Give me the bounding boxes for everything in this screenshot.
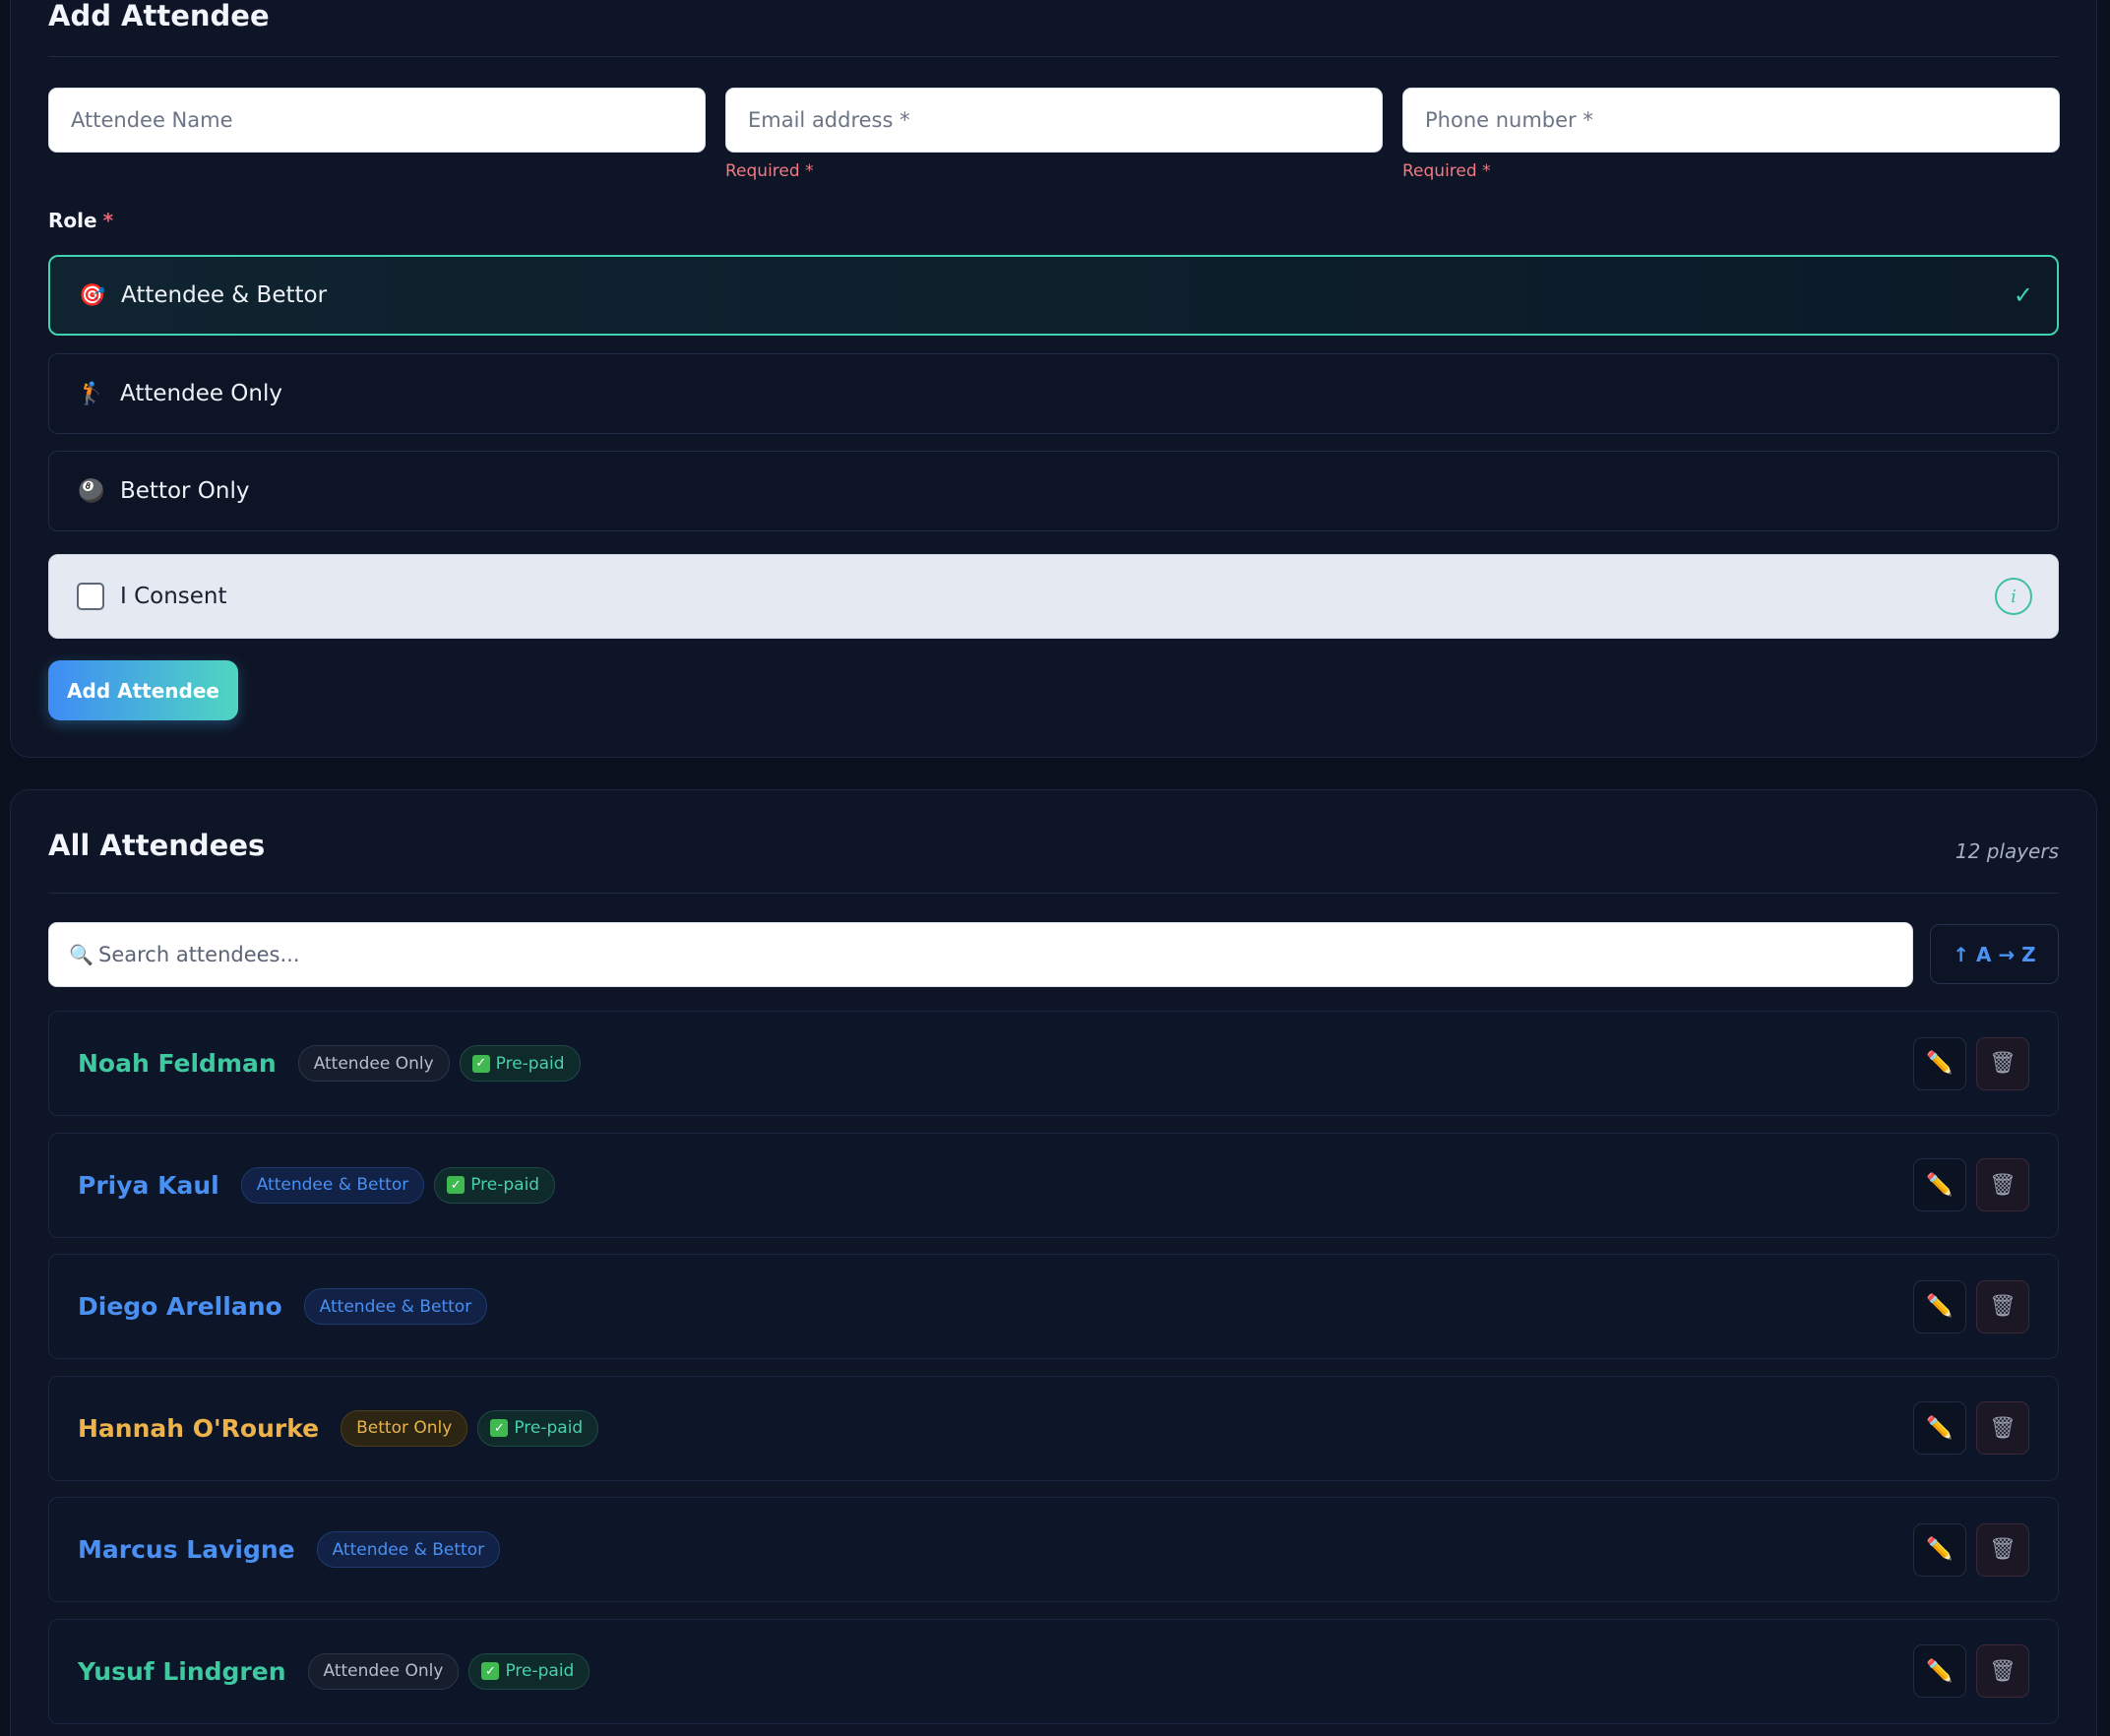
all-attendees-title: All Attendees	[48, 829, 266, 862]
trash-icon: 🗑	[1989, 1294, 2017, 1319]
role-badge: Attendee & Bettor	[303, 1288, 488, 1325]
attendee-row: Noah Feldman Attendee Only ✓ Pre-paid ✏️ 🗑	[48, 1011, 2059, 1116]
phone-required-hint: Required *	[1402, 161, 1491, 181]
role-required-mark: *	[102, 209, 114, 232]
role-badge: Attendee & Bettor	[240, 1166, 425, 1204]
consent-row: I Consent i	[48, 554, 2059, 639]
target-icon: 🎯	[79, 282, 106, 308]
role-option-label: Attendee & Bettor	[121, 282, 328, 308]
attendee-row: Hannah O'Rourke Bettor Only ✓ Pre-paid ✏️ 🗑	[48, 1375, 2059, 1481]
attendee-list: Noah Feldman Attendee Only ✓ Pre-paid ✏️ 🗑 Pri…	[48, 1011, 2059, 1736]
role-label-text: Role	[48, 209, 97, 232]
pencil-icon: ✏️	[1926, 1537, 1954, 1562]
prepaid-badge: ✓ Pre-paid	[434, 1166, 556, 1204]
delete-button[interactable]: 🗑	[1976, 1036, 2029, 1090]
row-actions: ✏️ 🗑	[1913, 1644, 2029, 1698]
attendee-row: Diego Arellano Attendee & Bettor ✏️ 🗑	[48, 1254, 2059, 1359]
role-label: Role *	[48, 209, 113, 232]
player-count: 12 players	[1955, 839, 2059, 863]
role-badge: Attendee Only	[297, 1045, 450, 1082]
role-option-attendee-bettor[interactable]: 🎯 Attendee & Bettor ✓	[48, 255, 2059, 336]
pencil-icon: ✏️	[1926, 1415, 1954, 1441]
add-attendee-panel: Add Attendee Required * Required * Role*…	[10, 0, 2097, 758]
attendee-name: Priya Kaul	[78, 1170, 219, 1200]
trash-icon: 🗑	[1989, 1658, 2017, 1684]
phone-field[interactable]	[1402, 88, 2060, 153]
trash-icon: 🗑	[1989, 1537, 2017, 1562]
row-actions: ✏️ 🗑	[1913, 1036, 2029, 1090]
trash-icon: 🗑	[1989, 1415, 2017, 1441]
row-actions: ✏️ 🗑	[1913, 1158, 2029, 1211]
delete-button[interactable]: 🗑	[1976, 1158, 2029, 1211]
delete-button[interactable]: 🗑	[1976, 1644, 2029, 1698]
search-icon: 🔍	[69, 943, 93, 966]
consent-checkbox[interactable]	[77, 583, 104, 610]
attendee-row: Marcus Lavigne Attendee & Bettor ✏️ 🗑	[48, 1497, 2059, 1602]
edit-button[interactable]: ✏️	[1913, 1158, 1966, 1211]
info-icon[interactable]: i	[1995, 578, 2032, 615]
attendee-name: Hannah O'Rourke	[78, 1413, 320, 1443]
add-attendee-button[interactable]: Add Attendee	[48, 660, 238, 720]
check-box-icon: ✓	[481, 1662, 500, 1680]
row-actions: ✏️ 🗑	[1913, 1279, 2029, 1333]
trash-icon: 🗑	[1989, 1172, 2017, 1198]
prepaid-label: Pre-paid	[505, 1661, 575, 1681]
pencil-icon: ✏️	[1926, 1658, 1954, 1684]
sort-button[interactable]: ↑ A → Z	[1930, 924, 2059, 984]
golfer-icon: 🏌	[78, 381, 105, 406]
prepaid-badge: ✓ Pre-paid	[477, 1409, 599, 1447]
role-option-bettor-only[interactable]: 🎱 Bettor Only	[48, 451, 2059, 531]
delete-button[interactable]: 🗑	[1976, 1401, 2029, 1455]
edit-button[interactable]: ✏️	[1913, 1036, 1966, 1090]
role-badge: Bettor Only	[341, 1409, 468, 1447]
all-attendees-panel: All Attendees 12 players 🔍 ↑ A → Z Noah …	[10, 789, 2097, 1736]
pencil-icon: ✏️	[1926, 1051, 1954, 1076]
add-attendee-divider	[48, 56, 2059, 57]
prepaid-badge: ✓ Pre-paid	[468, 1652, 590, 1690]
prepaid-label: Pre-paid	[470, 1175, 540, 1195]
edit-button[interactable]: ✏️	[1913, 1522, 1966, 1577]
all-attendees-divider	[48, 893, 2059, 894]
row-actions: ✏️ 🗑	[1913, 1522, 2029, 1577]
edit-button[interactable]: ✏️	[1913, 1279, 1966, 1333]
attendee-name: Diego Arellano	[78, 1292, 282, 1321]
email-field[interactable]	[725, 88, 1383, 153]
email-required-hint: Required *	[725, 161, 814, 181]
prepaid-badge: ✓ Pre-paid	[459, 1045, 581, 1082]
delete-button[interactable]: 🗑	[1976, 1279, 2029, 1333]
search-input[interactable]	[94, 923, 1912, 986]
edit-button[interactable]: ✏️	[1913, 1644, 1966, 1698]
role-option-attendee-only[interactable]: 🏌 Attendee Only	[48, 353, 2059, 434]
consent-label: I Consent	[120, 584, 227, 609]
billiard-ball-icon: 🎱	[78, 478, 105, 504]
edit-button[interactable]: ✏️	[1913, 1401, 1966, 1455]
role-option-label: Bettor Only	[120, 478, 250, 504]
trash-icon: 🗑	[1989, 1051, 2017, 1076]
role-option-label: Attendee Only	[120, 381, 282, 406]
row-actions: ✏️ 🗑	[1913, 1401, 2029, 1455]
check-box-icon: ✓	[447, 1176, 465, 1194]
attendee-row: Yusuf Lindgren Attendee Only ✓ Pre-paid ✏️ 🗑	[48, 1618, 2059, 1724]
check-box-icon: ✓	[471, 1054, 490, 1073]
search-bar: 🔍	[48, 922, 1913, 987]
check-box-icon: ✓	[490, 1419, 509, 1437]
prepaid-label: Pre-paid	[495, 1053, 565, 1074]
add-attendee-title: Add Attendee	[48, 0, 270, 32]
prepaid-label: Pre-paid	[514, 1418, 584, 1438]
role-badge: Attendee & Bettor	[316, 1531, 501, 1568]
check-icon: ✓	[2013, 281, 2033, 309]
pencil-icon: ✏️	[1926, 1172, 1954, 1198]
attendee-name-input[interactable]	[48, 88, 706, 153]
attendee-name: Noah Feldman	[78, 1049, 277, 1078]
delete-button[interactable]: 🗑	[1976, 1522, 2029, 1577]
pencil-icon: ✏️	[1926, 1294, 1954, 1319]
attendee-name: Yusuf Lindgren	[78, 1656, 286, 1686]
attendee-row: Priya Kaul Attendee & Bettor ✓ Pre-paid ✏️ 🗑	[48, 1132, 2059, 1238]
role-badge: Attendee Only	[307, 1652, 460, 1690]
attendee-name: Marcus Lavigne	[78, 1535, 295, 1564]
